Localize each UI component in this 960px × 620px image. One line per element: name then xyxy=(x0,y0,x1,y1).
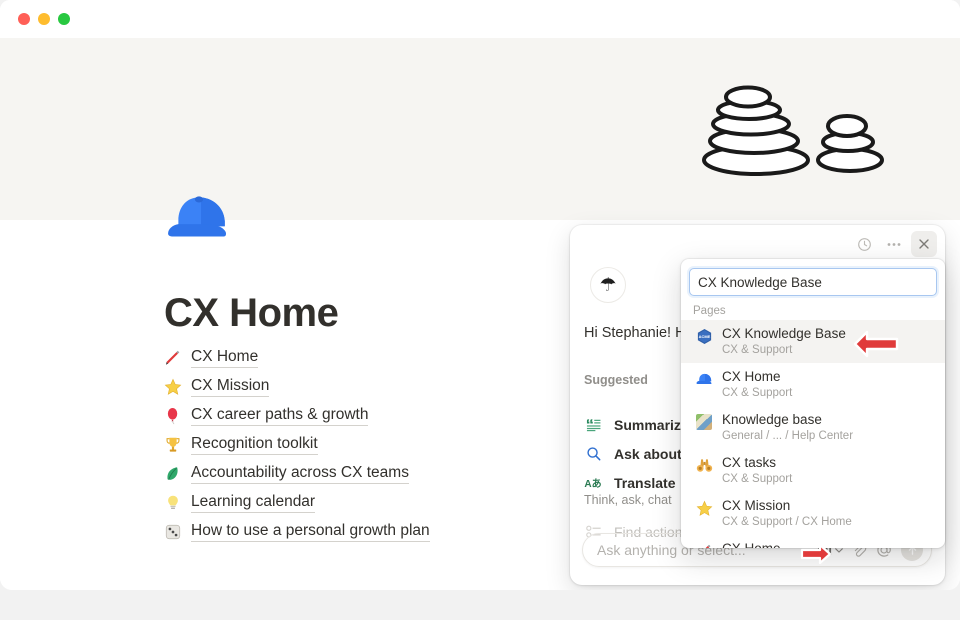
avatar-glyph: ☂ xyxy=(599,274,617,296)
page-title: CX Home xyxy=(164,291,339,335)
search-input[interactable] xyxy=(689,268,937,296)
translate-icon: Aあ xyxy=(584,479,602,490)
avatar: ☂ xyxy=(590,267,626,303)
acme-badge-icon: ACME xyxy=(695,327,713,345)
search-icon xyxy=(584,446,602,461)
star-icon xyxy=(164,378,182,395)
clock-icon[interactable] xyxy=(851,231,877,257)
trophy-icon xyxy=(166,437,180,452)
blue-cap-icon xyxy=(695,370,713,388)
dropdown-section-label: Pages xyxy=(693,305,726,317)
search-result-title: CX Knowledge Base xyxy=(722,326,846,341)
ellipsis-icon[interactable] xyxy=(881,231,907,257)
stacked-stones-illustration xyxy=(702,85,884,176)
chevron-down-icon xyxy=(835,547,843,553)
search-result-breadcrumb: CX & Support xyxy=(722,473,793,485)
blue-cap-icon[interactable] xyxy=(166,193,232,245)
list-item[interactable]: CX Home xyxy=(164,343,564,372)
search-result-breadcrumb: CX & Support xyxy=(722,344,793,356)
list-item-label: CX career paths & growth xyxy=(191,405,369,426)
suggested-item-label: Translate xyxy=(614,474,676,491)
list-item[interactable]: Learning calendar xyxy=(164,488,564,517)
search-result-texts: CX Home CX & Support xyxy=(722,368,792,401)
suggested-section-label: Suggested xyxy=(584,373,648,387)
search-result-breadcrumb: CX & Support / CX Home xyxy=(722,516,852,528)
search-result-title: CX Mission xyxy=(722,498,791,513)
search-result-row[interactable]: CX Home CX & Support xyxy=(681,363,945,406)
photo-thumb-icon xyxy=(695,413,713,431)
balloon-icon xyxy=(167,407,178,424)
binoculars-icon xyxy=(695,456,713,474)
app-window: CX Home CX Home CX Mission CX career pat… xyxy=(0,0,960,590)
window-maximize-button[interactable] xyxy=(58,13,70,25)
search-result-texts: CX Mission CX & Support / CX Home xyxy=(722,497,852,530)
search-result-title: CX Home xyxy=(722,540,781,548)
search-result-row[interactable]: CX tasks CX & Support xyxy=(681,449,945,492)
search-result-row[interactable]: ACME CX Knowledge Base CX & Support xyxy=(681,320,945,363)
search-result-row[interactable]: Knowledge base General / ... / Help Cent… xyxy=(681,406,945,449)
search-result-texts: CX Home xyxy=(722,540,781,548)
suggested-item-label: Summarize xyxy=(614,416,689,433)
page-link-list: CX Home CX Mission CX career paths & gro… xyxy=(164,343,564,546)
list-item-label: Accountability across CX teams xyxy=(191,463,409,484)
dice-icon xyxy=(165,524,181,539)
search-result-row[interactable]: CX Mission CX & Support / CX Home xyxy=(681,492,945,535)
chat-panel-header xyxy=(851,231,937,257)
list-item-label: CX Mission xyxy=(191,376,270,397)
search-result-breadcrumb: General / ... / Help Center xyxy=(722,430,854,442)
suggested-item-label: Ask about t xyxy=(614,445,691,462)
list-item[interactable]: CX Mission xyxy=(164,372,564,401)
search-result-title: CX Home xyxy=(722,369,781,384)
list-item[interactable]: CX career paths & growth xyxy=(164,401,564,430)
list-item-label: Learning calendar xyxy=(191,492,316,513)
title-bar xyxy=(0,0,960,38)
window-close-button[interactable] xyxy=(18,13,30,25)
close-icon[interactable] xyxy=(911,231,937,257)
search-result-title: Knowledge base xyxy=(722,412,822,427)
search-result-texts: CX tasks CX & Support xyxy=(722,454,792,487)
window-minimize-button[interactable] xyxy=(38,13,50,25)
svg-text:ACME: ACME xyxy=(698,334,710,339)
page-cover[interactable] xyxy=(0,38,960,220)
search-field-wrapper xyxy=(681,259,945,300)
leaf-icon xyxy=(167,466,178,480)
search-result-title: CX tasks xyxy=(722,455,777,470)
summarize-icon xyxy=(584,418,602,432)
pencil-icon xyxy=(165,350,180,365)
list-item-label: CX Home xyxy=(191,347,259,368)
bulb-icon xyxy=(168,495,178,509)
page-search-dropdown: Pages ACME CX Knowledge Base CX & Suppor… xyxy=(681,259,945,548)
search-result-breadcrumb: CX & Support xyxy=(722,387,793,399)
pencil-icon xyxy=(695,542,713,548)
list-item[interactable]: Recognition toolkit xyxy=(164,430,564,459)
arrow-pointing-to-composer-scope xyxy=(800,543,832,565)
search-result-texts: CX Knowledge Base CX & Support xyxy=(722,325,846,358)
list-item[interactable]: How to use a personal growth plan xyxy=(164,517,564,546)
think-section-label: Think, ask, chat xyxy=(584,493,672,507)
list-item[interactable]: Accountability across CX teams xyxy=(164,459,564,488)
list-item-label: Recognition toolkit xyxy=(191,434,318,455)
arrow-pointing-to-first-result xyxy=(853,330,899,358)
list-item-label: How to use a personal growth plan xyxy=(191,521,430,542)
search-result-texts: Knowledge base General / ... / Help Cent… xyxy=(722,411,853,444)
star-icon xyxy=(695,499,713,517)
